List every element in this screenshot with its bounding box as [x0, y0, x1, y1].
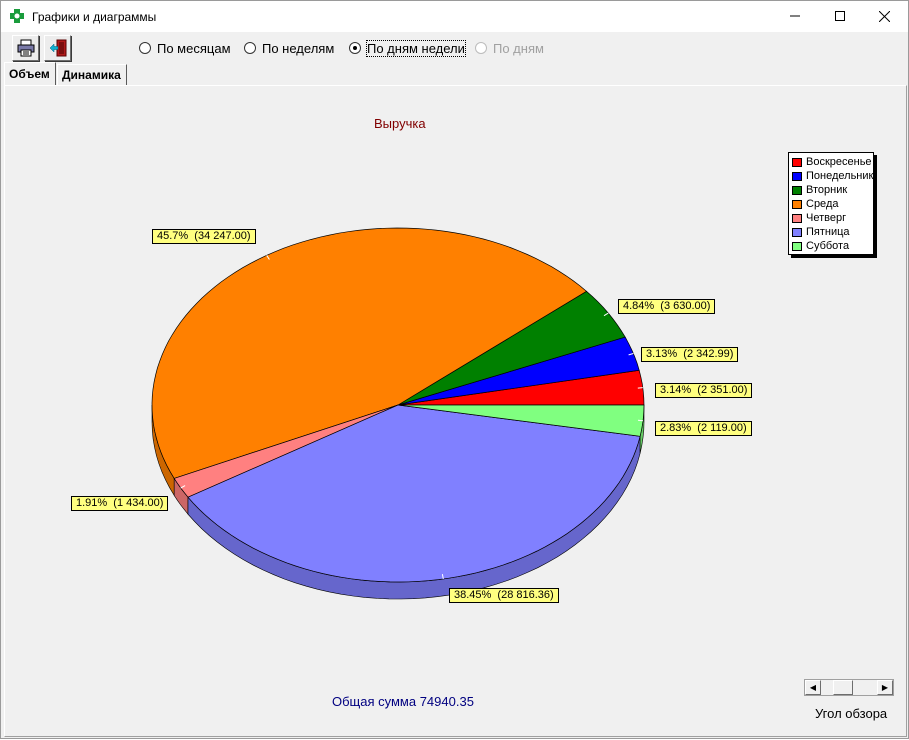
legend-label: Среда — [806, 198, 838, 210]
slice-data-label: 3.14% (2 351.00) — [655, 383, 752, 398]
pie-chart — [1, 1, 909, 740]
scroll-left-arrow-icon[interactable]: ◀ — [805, 680, 821, 695]
legend-item: Пятница — [792, 225, 873, 239]
chart-title: Выручка — [374, 116, 426, 131]
scroll-right-arrow-icon[interactable]: ▶ — [877, 680, 893, 695]
legend-swatch — [792, 200, 802, 209]
legend-label: Пятница — [806, 226, 850, 238]
legend-label: Четверг — [806, 212, 846, 224]
legend-item: Воскресенье — [792, 155, 873, 169]
slice-data-label: 45.7% (34 247.00) — [152, 229, 256, 244]
legend-swatch — [792, 214, 802, 223]
legend-label: Вторник — [806, 184, 847, 196]
view-angle-scrollbar[interactable]: ◀ ▶ — [804, 679, 894, 696]
slice-data-label: 4.84% (3 630.00) — [618, 299, 715, 314]
legend-item: Среда — [792, 197, 873, 211]
app-window: Графики и диаграммы — [0, 0, 909, 739]
legend-swatch — [792, 186, 802, 195]
slice-data-label: 38.45% (28 816.36) — [449, 588, 559, 603]
legend-item: Понедельник — [792, 169, 873, 183]
legend-label: Суббота — [806, 240, 849, 252]
slice-tick — [638, 388, 643, 389]
slice-data-label: 1.91% (1 434.00) — [71, 496, 168, 511]
view-angle-label: Угол обзора — [815, 706, 887, 721]
slice-data-label: 2.83% (2 119.00) — [655, 421, 752, 436]
legend-swatch — [792, 228, 802, 237]
chart-legend: Воскресенье Понедельник Вторник Среда Четвер… — [788, 152, 874, 255]
legend-swatch — [792, 158, 802, 167]
scroll-thumb[interactable] — [833, 680, 853, 695]
total-sum: Общая сумма 74940.35 — [332, 694, 474, 709]
tab-volume[interactable]: Объем — [4, 62, 56, 85]
slice-data-label: 3.13% (2 342.99) — [641, 347, 738, 362]
legend-item: Суббота — [792, 239, 873, 253]
legend-label: Понедельник — [806, 170, 873, 182]
legend-swatch — [792, 172, 802, 181]
legend-swatch — [792, 242, 802, 251]
legend-item: Четверг — [792, 211, 873, 225]
legend-label: Воскресенье — [806, 156, 872, 168]
legend-item: Вторник — [792, 183, 873, 197]
